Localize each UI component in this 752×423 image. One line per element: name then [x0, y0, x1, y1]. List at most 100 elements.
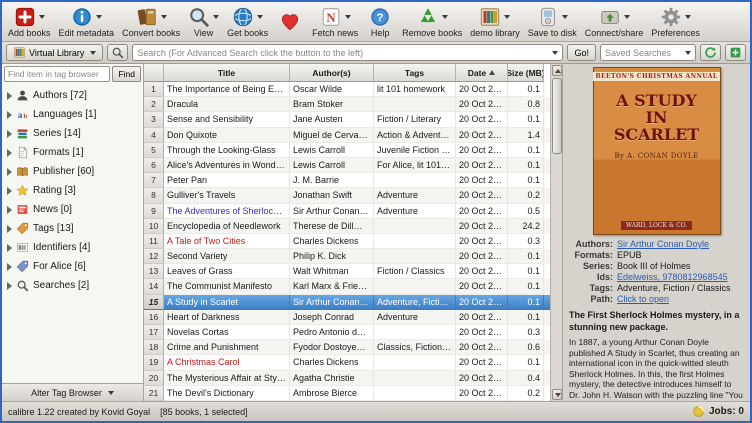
connect-share-icon: [599, 6, 621, 28]
book-row[interactable]: 19A Christmas CarolCharles Dickens20 Oct…: [144, 355, 550, 370]
tag-browser-find-input[interactable]: [4, 66, 110, 82]
view-button[interactable]: View: [185, 4, 222, 39]
expand-arrow-icon[interactable]: [7, 168, 12, 176]
expand-arrow-icon[interactable]: [7, 263, 12, 271]
scroll-up-button[interactable]: [552, 65, 562, 76]
remove-books-button[interactable]: Remove books: [399, 4, 465, 39]
dropdown-arrow-icon[interactable]: [257, 15, 263, 22]
donate-button[interactable]: [273, 9, 307, 34]
book-list-scrollbar[interactable]: [550, 64, 562, 401]
dropdown-arrow-icon[interactable]: [345, 15, 351, 22]
tag-browser-item-series[interactable]: Series [14]: [2, 124, 143, 143]
book-row[interactable]: 10Encyclopedia of NeedleworkTherese de D…: [144, 219, 550, 234]
expand-arrow-icon[interactable]: [7, 225, 12, 233]
fetch-news-button[interactable]: NFetch news: [309, 4, 361, 39]
scroll-down-button[interactable]: [552, 389, 562, 400]
book-row[interactable]: 4Don QuixoteMiguel de Cervantes Saa...Ac…: [144, 128, 550, 143]
book-row[interactable]: 20The Mysterious Affair at StylesAgatha …: [144, 371, 550, 386]
connect-share-button[interactable]: Connect/share: [582, 4, 647, 39]
book-row[interactable]: 7Peter PanJ. M. Barrie20 Oct 20100.1: [144, 173, 550, 188]
detail-field-value[interactable]: Click to open: [617, 294, 746, 305]
tag-browser-item-publisher[interactable]: Publisher [60]: [2, 162, 143, 181]
column-header-size-mb-[interactable]: Size (MB): [508, 64, 544, 82]
book-row[interactable]: 8Gulliver's TravelsJonathan SwiftAdventu…: [144, 188, 550, 203]
edit-metadata-button[interactable]: Edit metadata: [56, 4, 118, 39]
book-row[interactable]: 12Second VarietyPhilip K. Dick20 Oct 201…: [144, 249, 550, 264]
preferences-button[interactable]: Preferences: [648, 4, 703, 39]
book-row[interactable]: 9The Adventures of Sherlock ...Sir Arthu…: [144, 204, 550, 219]
dropdown-arrow-icon[interactable]: [442, 15, 448, 22]
tag-browser-item-tags[interactable]: Tags [13]: [2, 219, 143, 238]
tag-browser-item-identifiers[interactable]: Identifiers [4]: [2, 238, 143, 257]
search-history-arrow-icon[interactable]: [552, 51, 558, 58]
expand-arrow-icon[interactable]: [7, 206, 12, 214]
book-row[interactable]: 15A Study in ScarletSir Arthur Conan Doy…: [144, 295, 550, 310]
book-row[interactable]: 1The Importance of Being Ear...Oscar Wil…: [144, 82, 550, 97]
book-row[interactable]: 17Novelas CortasPedro Antonio de Alarcón…: [144, 325, 550, 340]
cell-tags: Classics, Fiction, General,...: [374, 340, 456, 355]
tag-browser-item-for-alice[interactable]: For Alice [6]: [2, 257, 143, 276]
cell-date: 20 Oct 2010: [456, 158, 508, 173]
virtual-library-button[interactable]: Virtual Library: [6, 44, 103, 61]
get-books-button[interactable]: Get books: [224, 4, 271, 39]
book-row[interactable]: 18Crime and PunishmentFyodor Dostoyevsky…: [144, 340, 550, 355]
cell-num: 16: [144, 310, 164, 325]
tag-browser-item-news[interactable]: News [0]: [2, 200, 143, 219]
expand-arrow-icon[interactable]: [7, 282, 12, 290]
copy-search-to-saved-button[interactable]: [700, 44, 721, 61]
saved-searches-select[interactable]: Saved Searches: [600, 44, 696, 61]
scrollbar-thumb[interactable]: [552, 78, 562, 154]
advanced-search-button[interactable]: [107, 44, 128, 61]
column-header-tags[interactable]: Tags: [374, 64, 456, 82]
dropdown-arrow-icon[interactable]: [96, 15, 102, 22]
tag-browser-item-languages[interactable]: abLanguages [1]: [2, 105, 143, 124]
cell-num: 1: [144, 82, 164, 97]
book-row[interactable]: 16Heart of DarknessJoseph ConradAdventur…: [144, 310, 550, 325]
dropdown-arrow-icon[interactable]: [685, 15, 691, 22]
detail-field-value[interactable]: Edelweiss, 9780812968545: [617, 272, 746, 283]
expand-arrow-icon[interactable]: [7, 149, 12, 157]
search-input[interactable]: [137, 48, 549, 58]
book-cover[interactable]: BEETON'S CHRISTMAS ANNUAL A STUDY IN SCA…: [593, 67, 721, 235]
library-button[interactable]: demo library: [467, 4, 523, 39]
save-search-button[interactable]: [725, 44, 746, 61]
convert-books-button[interactable]: Convert books: [119, 4, 183, 39]
book-row[interactable]: 2DraculaBram Stoker20 Oct 20100.8: [144, 97, 550, 112]
column-header-author-s-[interactable]: Author(s): [290, 64, 374, 82]
alter-tag-browser-select[interactable]: Alter Tag Browser: [2, 383, 143, 401]
dropdown-arrow-icon[interactable]: [562, 15, 568, 22]
column-header-title[interactable]: Title: [164, 64, 290, 82]
tag-browser-find-button[interactable]: Find: [112, 66, 141, 82]
column-header-date[interactable]: Date: [456, 64, 508, 82]
cell-num: 9: [144, 204, 164, 219]
book-row[interactable]: 5Through the Looking-GlassLewis CarrollJ…: [144, 143, 550, 158]
jobs-indicator[interactable]: Jobs: 0: [692, 405, 744, 418]
detail-field-value[interactable]: Sir Arthur Conan Doyle: [617, 239, 746, 250]
expand-arrow-icon[interactable]: [7, 187, 12, 195]
cell-title: Novelas Cortas: [164, 325, 290, 340]
save-to-disk-button[interactable]: Save to disk: [525, 4, 580, 39]
tag-browser-item-rating[interactable]: Rating [3]: [2, 181, 143, 200]
tag-browser-item-searches[interactable]: Searches [2]: [2, 276, 143, 295]
expand-arrow-icon[interactable]: [7, 244, 12, 252]
dropdown-arrow-icon[interactable]: [624, 15, 630, 22]
dropdown-arrow-icon[interactable]: [213, 15, 219, 22]
dropdown-arrow-icon[interactable]: [504, 15, 510, 22]
book-row[interactable]: 3Sense and SensibilityJane AustenFiction…: [144, 112, 550, 127]
expand-arrow-icon[interactable]: [7, 111, 12, 119]
book-row[interactable]: 21The Devil's DictionaryAmbrose Bierce20…: [144, 386, 550, 401]
go-button[interactable]: Go!: [567, 44, 596, 61]
book-row[interactable]: 13Leaves of GrassWalt WhitmanFiction / C…: [144, 264, 550, 279]
add-books-button[interactable]: Add books: [5, 4, 54, 39]
cell-tags: [374, 371, 456, 386]
book-row[interactable]: 6Alice's Adventures in Wonder...Lewis Ca…: [144, 158, 550, 173]
dropdown-arrow-icon[interactable]: [161, 15, 167, 22]
book-row[interactable]: 11A Tale of Two CitiesCharles Dickens20 …: [144, 234, 550, 249]
book-row[interactable]: 14The Communist ManifestoKarl Marx & Fri…: [144, 279, 550, 294]
tag-browser-item-formats[interactable]: Formats [1]: [2, 143, 143, 162]
help-button[interactable]: ?Help: [363, 4, 397, 39]
dropdown-arrow-icon[interactable]: [39, 15, 45, 22]
expand-arrow-icon[interactable]: [7, 92, 12, 100]
tag-browser-item-authors[interactable]: Authors [72]: [2, 86, 143, 105]
expand-arrow-icon[interactable]: [7, 130, 12, 138]
